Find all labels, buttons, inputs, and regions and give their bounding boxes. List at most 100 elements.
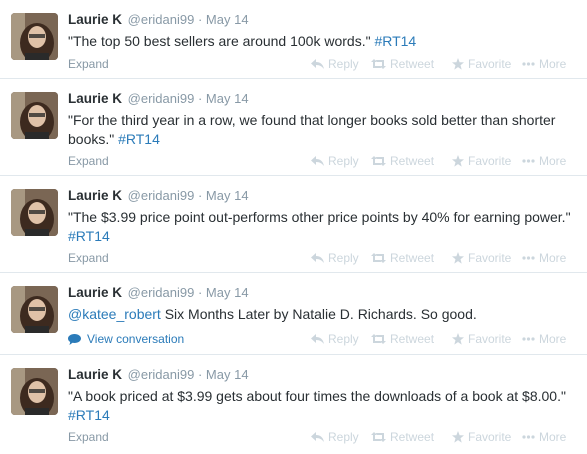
author-handle[interactable]: @eridani99 (128, 91, 195, 106)
avatar[interactable] (11, 92, 58, 139)
retweet-label: Retweet (390, 154, 435, 168)
view-conversation-label: View conversation (87, 332, 185, 346)
retweet-button[interactable]: Retweet (371, 57, 452, 71)
reply-label: Reply (328, 332, 359, 346)
retweet-button[interactable]: Retweet (371, 154, 452, 168)
author-name[interactable]: Laurie K (68, 12, 122, 27)
retweet-button[interactable]: Retweet (371, 332, 452, 346)
hashtag-link[interactable]: #RT14 (118, 131, 160, 147)
tweet-body: Six Months Later by Natalie D. Richards.… (164, 306, 477, 322)
avatar-image (11, 13, 58, 60)
author-name[interactable]: Laurie K (68, 285, 122, 300)
author-name[interactable]: Laurie K (68, 188, 122, 203)
retweet-icon (371, 334, 386, 344)
reply-icon (311, 432, 324, 442)
retweet-label: Retweet (390, 430, 435, 444)
avatar[interactable] (11, 189, 58, 236)
tweet-date[interactable]: May 14 (206, 188, 249, 203)
more-dots-icon (522, 256, 535, 260)
favorite-button[interactable]: Favorite (452, 57, 522, 71)
tweet-actions: Reply Retweet Favorite More (311, 154, 566, 168)
more-button[interactable]: More (522, 57, 566, 71)
more-button[interactable]: More (522, 154, 566, 168)
avatar-image (11, 92, 58, 139)
tweet-item[interactable]: Laurie K @eridani99 · May 14 "A book pri… (0, 355, 587, 454)
tweet-header: Laurie K @eridani99 · May 14 (68, 188, 249, 204)
tweet-text: "The $3.99 price point out-performs othe… (68, 208, 573, 246)
hashtag-link[interactable]: #RT14 (374, 33, 416, 49)
separator: · (197, 188, 203, 203)
favorite-button[interactable]: Favorite (452, 430, 522, 444)
tweet-header: Laurie K @eridani99 · May 14 (68, 91, 249, 107)
reply-button[interactable]: Reply (311, 332, 371, 346)
tweet-actions: Reply Retweet Favorite More (311, 57, 566, 71)
more-dots-icon (522, 62, 535, 66)
tweet-item[interactable]: Laurie K @eridani99 · May 14 "The top 50… (0, 0, 587, 79)
more-button[interactable]: More (522, 251, 566, 265)
avatar-image (11, 368, 58, 415)
view-conversation-link[interactable]: View conversation (68, 332, 184, 346)
retweet-button[interactable]: Retweet (371, 430, 452, 444)
tweet-text: "The top 50 best sellers are around 100k… (68, 32, 573, 51)
avatar-image (11, 189, 58, 236)
tweet-date[interactable]: May 14 (206, 285, 249, 300)
reply-icon (311, 334, 324, 344)
avatar[interactable] (11, 286, 58, 333)
tweet-body: "The $3.99 price point out-performs othe… (68, 209, 571, 225)
tweet-item[interactable]: Laurie K @eridani99 · May 14 @katee_robe… (0, 273, 587, 355)
avatar[interactable] (11, 13, 58, 60)
favorite-label: Favorite (468, 154, 512, 168)
more-dots-icon (522, 337, 535, 341)
favorite-button[interactable]: Favorite (452, 154, 522, 168)
tweet-actions: Reply Retweet Favorite More (311, 430, 566, 444)
hashtag-link[interactable]: #RT14 (68, 228, 110, 244)
expand-link[interactable]: Expand (68, 430, 109, 444)
tweet-date[interactable]: May 14 (206, 12, 249, 27)
separator: · (197, 367, 203, 382)
reply-button[interactable]: Reply (311, 57, 371, 71)
author-handle[interactable]: @eridani99 (128, 12, 195, 27)
more-label: More (539, 251, 567, 265)
expand-link[interactable]: Expand (68, 57, 109, 71)
reply-label: Reply (328, 430, 359, 444)
separator: · (197, 285, 203, 300)
expand-link[interactable]: Expand (68, 154, 109, 168)
more-label: More (539, 332, 567, 346)
author-handle[interactable]: @eridani99 (128, 188, 195, 203)
author-name[interactable]: Laurie K (68, 367, 122, 382)
author-name[interactable]: Laurie K (68, 91, 122, 106)
retweet-icon (371, 432, 386, 442)
tweet-item[interactable]: Laurie K @eridani99 · May 14 "The $3.99 … (0, 176, 587, 273)
reply-button[interactable]: Reply (311, 430, 371, 444)
retweet-button[interactable]: Retweet (371, 251, 452, 265)
tweet-date[interactable]: May 14 (206, 91, 249, 106)
favorite-button[interactable]: Favorite (452, 251, 522, 265)
hashtag-link[interactable]: #RT14 (68, 407, 110, 423)
tweet-date[interactable]: May 14 (206, 367, 249, 382)
separator: · (197, 91, 203, 106)
star-icon (452, 155, 464, 167)
reply-button[interactable]: Reply (311, 251, 371, 265)
separator: · (197, 12, 203, 27)
author-handle[interactable]: @eridani99 (128, 285, 195, 300)
favorite-button[interactable]: Favorite (452, 332, 522, 346)
expand-link[interactable]: Expand (68, 251, 109, 265)
reply-label: Reply (328, 57, 359, 71)
tweet-item[interactable]: Laurie K @eridani99 · May 14 "For the th… (0, 79, 587, 176)
favorite-label: Favorite (468, 430, 512, 444)
mention-link[interactable]: @katee_robert (68, 306, 161, 322)
reply-button[interactable]: Reply (311, 154, 371, 168)
avatar-image (11, 286, 58, 333)
star-icon (452, 333, 464, 345)
tweet-header: Laurie K @eridani99 · May 14 (68, 367, 249, 383)
more-dots-icon (522, 159, 535, 163)
tweet-text: "For the third year in a row, we found t… (68, 111, 573, 149)
retweet-label: Retweet (390, 332, 435, 346)
more-button[interactable]: More (522, 332, 566, 346)
author-handle[interactable]: @eridani99 (128, 367, 195, 382)
tweet-body: "A book priced at $3.99 gets about four … (68, 388, 566, 404)
avatar[interactable] (11, 368, 58, 415)
tweet-header: Laurie K @eridani99 · May 14 (68, 285, 249, 301)
more-button[interactable]: More (522, 430, 566, 444)
tweet-text: @katee_robert Six Months Later by Natali… (68, 305, 573, 324)
